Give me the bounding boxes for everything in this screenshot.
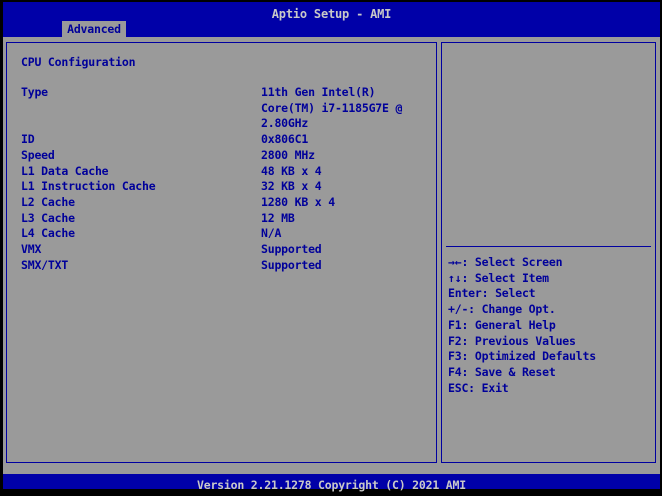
setting-label: SMX/TXT: [21, 257, 69, 272]
version-text: Version 2.21.1278 Copyright (C) 2021 AMI: [197, 478, 466, 492]
setting-value: Supported: [261, 257, 322, 272]
key-hint: F1: General Help: [448, 317, 556, 332]
version-bar: Version 2.21.1278 Copyright (C) 2021 AMI: [3, 474, 660, 492]
setting-row: L3 Cache 12 MB: [21, 211, 430, 227]
key-hint: →←: Select Screen: [448, 255, 563, 269]
setting-value: 2800 MHz: [261, 147, 315, 162]
key-hint: F3: Optimized Defaults: [448, 349, 596, 364]
setting-row: Type 11th Gen Intel(R) Core(TM) i7-1185G…: [21, 85, 430, 132]
key-hint: F4: Save & Reset: [448, 364, 556, 379]
setting-label: Type: [21, 85, 48, 99]
setting-value: 1280 KB x 4: [261, 194, 335, 209]
setting-row: SMX/TXT Supported: [21, 258, 430, 274]
key-hint: F2: Previous Values: [448, 333, 576, 348]
settings-rows: Type 11th Gen Intel(R) Core(TM) i7-1185G…: [21, 85, 430, 273]
settings-panel: CPU Configuration Type 11th Gen Intel(R)…: [6, 42, 437, 463]
setting-label: Speed: [21, 147, 55, 162]
page-title: Aptio Setup - AMI: [271, 7, 392, 21]
setting-value: 48 KB x 4: [261, 163, 322, 178]
setting-label: L2 Cache: [21, 194, 75, 209]
setting-row: L2 Cache 1280 KB x 4: [21, 195, 430, 211]
setting-label: L3 Cache: [21, 210, 75, 225]
setting-label: ID: [21, 132, 35, 147]
section-title: CPU Configuration: [21, 55, 136, 69]
help-divider: [446, 246, 651, 247]
setting-value: 0x806C1: [261, 132, 309, 147]
setting-row: VMX Supported: [21, 242, 430, 258]
main-area: CPU Configuration Type 11th Gen Intel(R)…: [3, 42, 660, 474]
setting-label: VMX: [21, 242, 42, 257]
setting-label: L1 Data Cache: [21, 163, 109, 178]
setting-row: L4 Cache N/A: [21, 226, 430, 242]
setting-row: Speed 2800 MHz: [21, 148, 430, 164]
key-hint: +/-: Change Opt.: [448, 302, 556, 317]
key-hint: ESC: Exit: [448, 380, 509, 395]
setting-label: L4 Cache: [21, 226, 75, 241]
setting-row: L1 Instruction Cache 32 KB x 4: [21, 179, 430, 195]
key-hint-list: →←: Select Screen ↑↓: Select Item Enter:…: [448, 255, 653, 396]
setting-value: 32 KB x 4: [261, 179, 322, 194]
setting-value: 12 MB: [261, 210, 295, 225]
key-hint: Enter: Select: [448, 286, 536, 301]
help-panel: →←: Select Screen ↑↓: Select Item Enter:…: [441, 42, 656, 463]
setting-value: 11th Gen Intel(R) Core(TM) i7-1185G7E @ …: [261, 85, 403, 131]
key-hint: ↑↓: Select Item: [448, 270, 549, 285]
setting-value: Supported: [261, 242, 322, 257]
setting-label: L1 Instruction Cache: [21, 179, 156, 194]
setting-row: ID 0x806C1: [21, 132, 430, 148]
setting-row: L1 Data Cache 48 KB x 4: [21, 164, 430, 180]
setting-value: N/A: [261, 226, 282, 241]
